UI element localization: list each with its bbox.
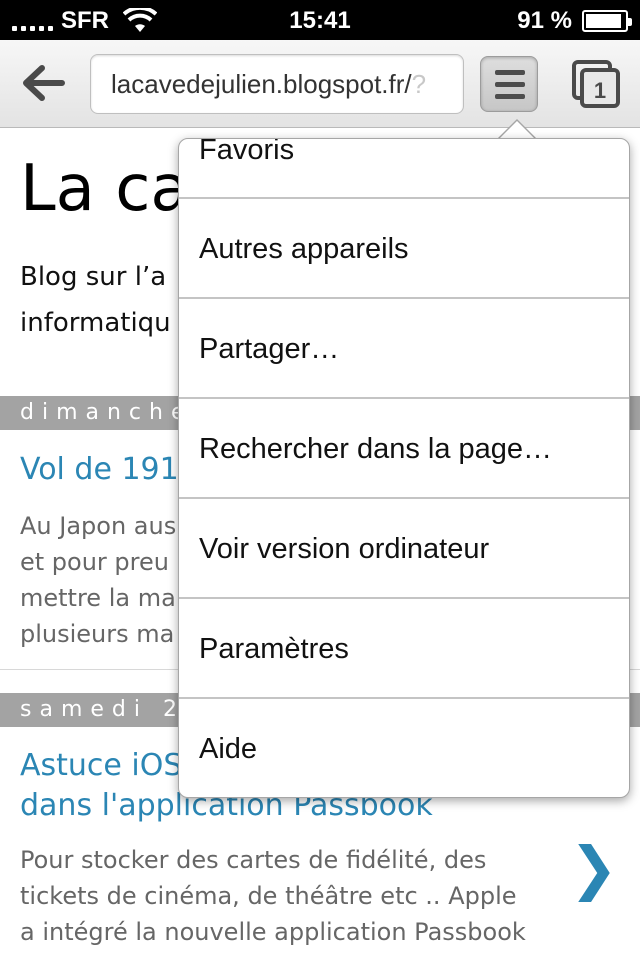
menu-item-parametres[interactable]: Paramètres [179,599,629,699]
battery-group: 91 % [517,7,632,35]
hamburger-bar [495,94,525,99]
tab-switcher-button[interactable]: 1 [570,58,622,110]
menu-item-label: Aide [199,733,258,765]
menu-item-rechercher[interactable]: Rechercher dans la page… [179,399,629,499]
menu-item-label: Autres appareils [199,233,409,265]
menu-item-label: Favoris [199,138,295,166]
menu-item-aide[interactable]: Aide [179,699,629,797]
excerpt-line: tickets de cinéma, de théâtre etc .. App… [20,882,517,910]
menu-item-label: Voir version ordinateur [199,533,490,565]
menu-item-version-ordinateur[interactable]: Voir version ordinateur [179,499,629,599]
url-text: lacavedejulien.blogspot.fr/ [111,69,412,99]
hamburger-menu-icon [495,70,525,75]
excerpt-line: a intégré la nouvelle application Passbo… [20,918,526,946]
battery-icon [582,10,632,32]
blog-title[interactable]: La ca [20,152,190,226]
excerpt-line: Pour stocker des cartes de fidélité, des [20,846,487,874]
menu-pointer-arrow [497,119,537,140]
overflow-menu: Favoris Autres appareils Partager… Reche… [178,138,630,798]
status-bar: SFR 15:41 91 % [0,0,640,40]
menu-button[interactable] [480,56,538,112]
back-arrow-icon[interactable] [18,60,68,106]
url-omnibox[interactable]: lacavedejulien.blogspot.fr/? [90,54,464,114]
menu-item-label: Partager… [199,333,340,365]
browser-toolbar: lacavedejulien.blogspot.fr/? 1 [0,40,640,128]
menu-item-partager[interactable]: Partager… [179,299,629,399]
menu-item-label: Paramètres [199,633,349,665]
battery-percent: 91 % [517,7,572,34]
hamburger-bar [495,82,525,87]
battery-fill [586,14,621,28]
chevron-right-icon[interactable]: ❯ [569,834,618,902]
menu-item-label: Rechercher dans la page… [199,433,553,465]
menu-item-autres-appareils[interactable]: Autres appareils [179,199,629,299]
url-text-faded: ? [411,69,427,99]
post-excerpt: Pour stocker des cartes de fidélité, des… [20,842,560,950]
tab-count: 1 [594,78,606,103]
